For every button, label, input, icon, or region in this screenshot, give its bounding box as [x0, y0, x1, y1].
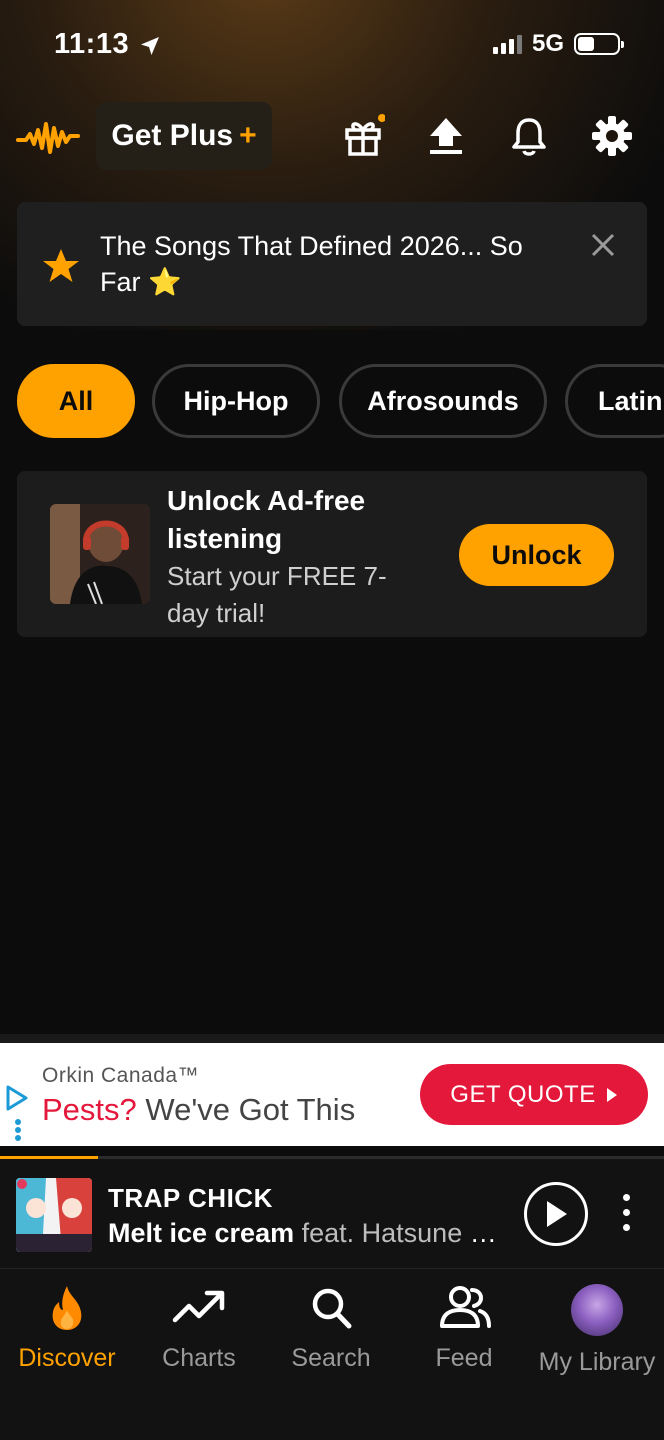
progress-bar — [0, 1156, 98, 1159]
audiomack-logo-icon[interactable] — [16, 118, 80, 158]
more-options-icon[interactable] — [616, 1194, 636, 1231]
now-playing-featuring: feat. Hatsune mi... — [294, 1218, 508, 1248]
signal-icon — [492, 34, 522, 54]
unlock-promo-image — [50, 504, 150, 604]
flame-icon — [52, 1286, 82, 1330]
status-indicators: 5G — [492, 30, 624, 58]
location-arrow-icon — [141, 37, 159, 55]
unlock-subtitle: Start your FREE 7-day trial! — [167, 561, 387, 628]
ad-cta-label: GET QUOTE — [450, 1080, 596, 1108]
ad-brand: Orkin Canada™ — [42, 1064, 200, 1087]
now-playing-track: Melt ice cream feat. Hatsune mi... — [108, 1218, 508, 1249]
close-icon[interactable] — [590, 232, 616, 258]
nav-discover[interactable]: Discover — [1, 1284, 133, 1373]
now-playing-artwork[interactable] — [16, 1178, 92, 1252]
ad-headline-highlight: Pests? — [42, 1092, 137, 1127]
caret-right-icon — [606, 1087, 617, 1102]
ad-get-quote-button[interactable]: GET QUOTE — [420, 1064, 648, 1125]
now-playing-artist: TRAP CHICK — [108, 1183, 273, 1213]
nav-feed-label: Feed — [435, 1344, 493, 1372]
trend-icon — [172, 1290, 225, 1323]
avatar-icon — [571, 1284, 623, 1336]
gift-icon — [345, 114, 385, 156]
star-icon — [43, 249, 79, 282]
unlock-button[interactable]: Unlock — [459, 524, 614, 586]
get-plus-button[interactable]: Get Plus + — [96, 102, 272, 170]
genre-chip-latin[interactable]: Latin — [565, 364, 664, 438]
get-plus-label: Get Plus — [111, 119, 234, 152]
genre-chip-hip-hop[interactable]: Hip-Hop — [152, 364, 320, 438]
genre-chip-all[interactable]: All — [17, 364, 135, 438]
nav-my-library[interactable]: My Library — [531, 1284, 663, 1377]
gear-icon — [592, 116, 632, 156]
status-time: 11:13 — [54, 28, 130, 60]
nav-search[interactable]: Search — [265, 1284, 397, 1373]
plus-icon: + — [239, 119, 257, 152]
play-button[interactable] — [524, 1182, 588, 1246]
nav-feed[interactable]: Feed — [398, 1284, 530, 1373]
notifications-button[interactable] — [507, 114, 551, 158]
battery-icon — [574, 33, 624, 55]
adchoices-icon[interactable] — [4, 1084, 32, 1142]
nav-my-library-label: My Library — [538, 1348, 656, 1376]
search-icon — [312, 1288, 352, 1329]
bell-icon — [512, 118, 546, 156]
now-playing-song: Melt ice cream — [108, 1218, 295, 1248]
upload-icon — [430, 118, 462, 154]
nav-search-label: Search — [291, 1344, 371, 1372]
genre-chip-afrosounds[interactable]: Afrosounds — [339, 364, 547, 438]
ad-headline: Pests? We've Got This — [42, 1092, 355, 1128]
nav-charts-label: Charts — [162, 1344, 236, 1372]
gift-button[interactable] — [341, 114, 385, 158]
nav-charts[interactable]: Charts — [133, 1284, 265, 1373]
unlock-title: Unlock Ad-free listening — [167, 485, 366, 554]
play-icon — [547, 1201, 567, 1227]
progress-track — [0, 1156, 664, 1159]
people-icon — [440, 1286, 491, 1328]
settings-button[interactable] — [590, 114, 634, 158]
promo-banner-text: The Songs That Defined 2026... So Far ⭐ — [100, 231, 523, 297]
nav-discover-label: Discover — [18, 1344, 116, 1372]
ad-headline-text: We've Got This — [136, 1092, 356, 1127]
network-label: 5G — [531, 30, 564, 57]
upload-button[interactable] — [424, 114, 468, 158]
